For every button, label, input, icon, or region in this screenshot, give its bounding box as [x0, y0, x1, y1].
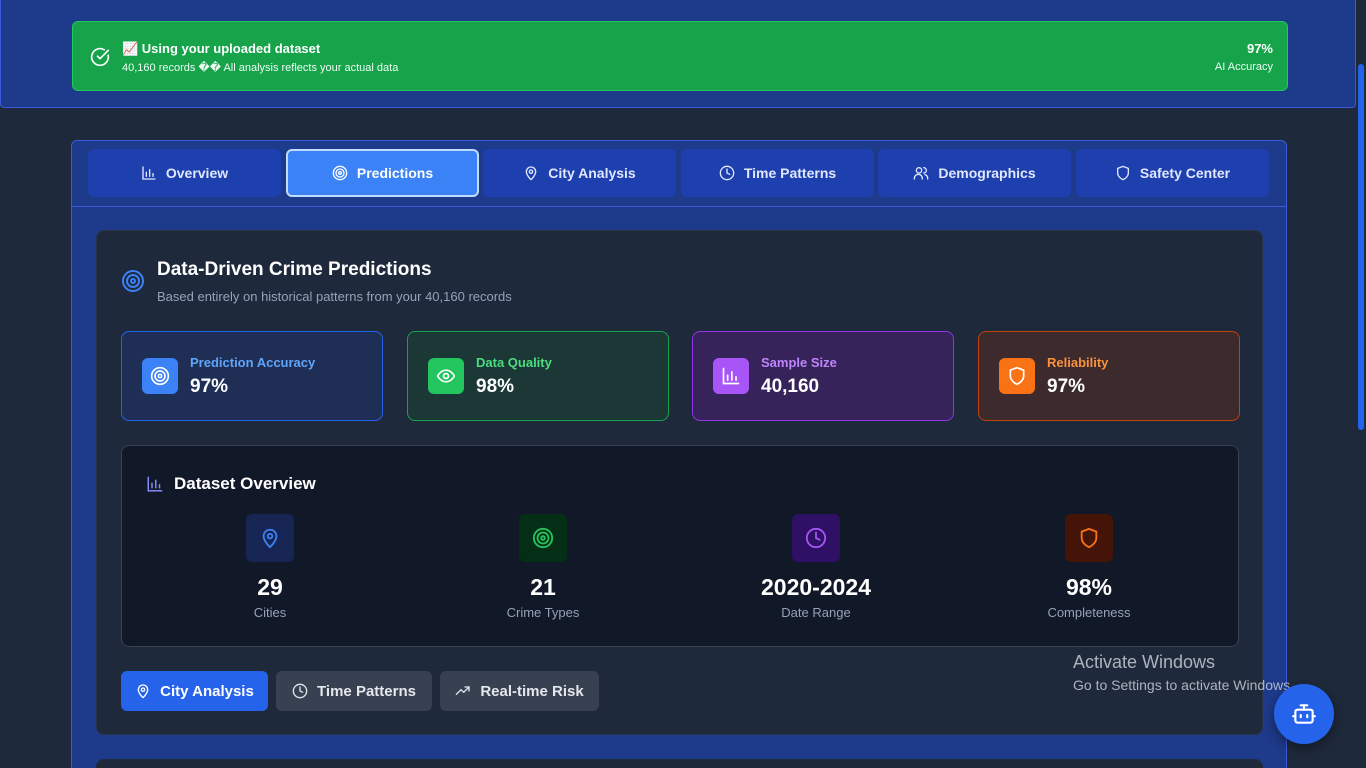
eye-icon: [428, 358, 464, 394]
tab-demographics[interactable]: Demographics: [878, 149, 1071, 197]
stat-value: 98%: [476, 376, 515, 397]
tab-time-patterns[interactable]: Time Patterns: [681, 149, 874, 197]
dataset-banner: 📈 Using your uploaded dataset 40,160 rec…: [72, 21, 1288, 91]
overview-label: Crime Types: [506, 605, 580, 620]
assistant-button[interactable]: [1274, 684, 1334, 744]
shield-icon: [999, 358, 1035, 394]
overview-completeness: 98% Completeness: [989, 514, 1189, 620]
target-icon: [142, 358, 178, 394]
overview-value: 29: [257, 574, 283, 600]
tab-predictions[interactable]: Predictions: [286, 149, 479, 197]
button-label: City Analysis: [160, 682, 254, 700]
overview-value: 21: [530, 574, 556, 600]
shield-icon: [1115, 165, 1131, 181]
check-circle-icon: [90, 47, 110, 67]
overview-value: 2020-2024: [761, 574, 871, 600]
next-section-card: [96, 759, 1263, 768]
overview-crime-types: 21 Crime Types: [443, 514, 643, 620]
overview-value: 98%: [1065, 574, 1113, 600]
target-icon: [332, 165, 348, 181]
button-label: Real-time Risk: [480, 682, 584, 700]
watermark-subtitle: Go to Settings to activate Windows.: [1073, 677, 1294, 693]
bar-chart-icon: [146, 475, 164, 493]
trending-up-icon: [455, 683, 471, 699]
scrollbar-thumb[interactable]: [1358, 64, 1364, 430]
map-pin-icon: [246, 514, 294, 562]
overview-date-range: 2020-2024 Date Range: [716, 514, 916, 620]
page-title: Data-Driven Crime Predictions: [157, 259, 432, 280]
bar-chart-icon: [713, 358, 749, 394]
overview-cities: 29 Cities: [170, 514, 370, 620]
tab-label: Predictions: [356, 165, 434, 181]
tab-label: Safety Center: [1139, 165, 1231, 181]
overview-label: Date Range: [781, 605, 851, 620]
stat-value: 97%: [190, 376, 229, 397]
tab-label: City Analysis: [548, 165, 636, 181]
overview-title: Dataset Overview: [174, 474, 316, 493]
ai-accuracy-value: 97%: [1246, 41, 1273, 56]
clock-icon: [292, 683, 308, 699]
button-label: Time Patterns: [317, 682, 416, 700]
stat-sample-size: Sample Size 40,160: [692, 331, 954, 421]
stat-label: Data Quality: [476, 355, 552, 370]
tab-bar: Overview Predictions City Analysis Time …: [72, 141, 1286, 207]
bar-chart-icon: [141, 165, 157, 181]
users-icon: [913, 165, 929, 181]
stat-reliability: Reliability 97%: [978, 331, 1240, 421]
stat-prediction-accuracy: Prediction Accuracy 97%: [121, 331, 383, 421]
stat-label: Reliability: [1047, 355, 1109, 370]
tab-label: Overview: [165, 165, 229, 181]
stat-label: Sample Size: [761, 355, 837, 370]
target-icon: [121, 269, 145, 293]
top-header: 📈 Using your uploaded dataset 40,160 rec…: [0, 0, 1356, 108]
real-time-risk-button[interactable]: Real-time Risk: [440, 671, 599, 711]
activation-watermark: Activate Windows Go to Settings to activ…: [1073, 652, 1294, 693]
shield-icon: [1065, 514, 1113, 562]
clock-icon: [719, 165, 735, 181]
banner-subtitle: 40,160 records �� All analysis reflects …: [122, 62, 399, 74]
overview-label: Completeness: [1047, 605, 1131, 620]
ai-accuracy: 97% AI Accuracy: [1215, 41, 1273, 73]
clock-icon: [792, 514, 840, 562]
time-patterns-button[interactable]: Time Patterns: [276, 671, 432, 711]
map-pin-icon: [135, 683, 151, 699]
target-icon: [519, 514, 567, 562]
stat-label: Prediction Accuracy: [190, 355, 316, 370]
watermark-title: Activate Windows: [1073, 652, 1216, 672]
map-pin-icon: [523, 165, 539, 181]
tab-city-analysis[interactable]: City Analysis: [483, 149, 676, 197]
dataset-overview: Dataset Overview 29 Cities 21 Crime Type…: [121, 445, 1239, 647]
tab-safety-center[interactable]: Safety Center: [1076, 149, 1269, 197]
tab-overview[interactable]: Overview: [88, 149, 281, 197]
ai-accuracy-label: AI Accuracy: [1214, 61, 1273, 73]
tab-label: Time Patterns: [743, 165, 837, 181]
stat-value: 40,160: [761, 376, 820, 397]
robot-icon: [1291, 701, 1317, 727]
stat-data-quality: Data Quality 98%: [407, 331, 669, 421]
city-analysis-button[interactable]: City Analysis: [121, 671, 268, 711]
banner-title: 📈 Using your uploaded dataset: [122, 41, 321, 56]
tab-label: Demographics: [938, 165, 1036, 181]
overview-label: Cities: [253, 605, 287, 620]
stat-value: 97%: [1047, 376, 1086, 397]
page-subtitle: Based entirely on historical patterns fr…: [157, 289, 512, 304]
